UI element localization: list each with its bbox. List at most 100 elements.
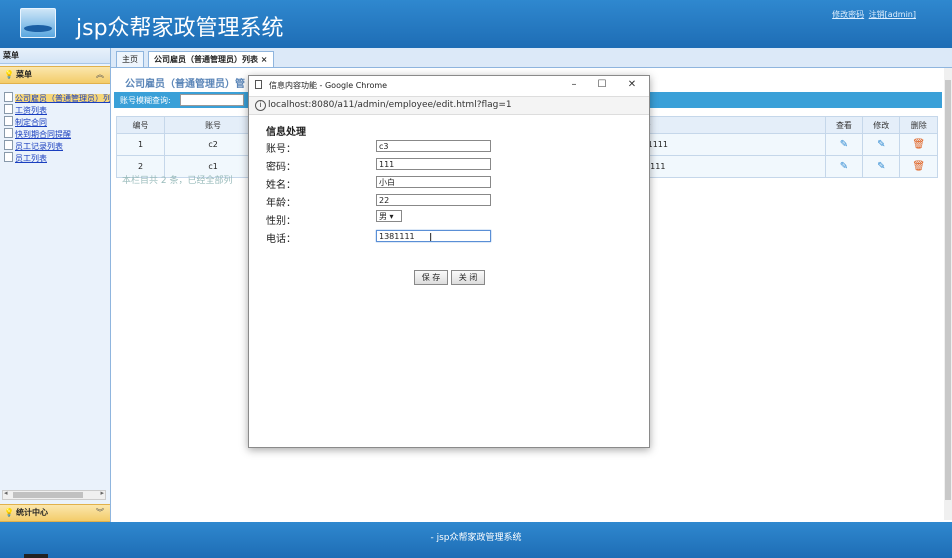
account-field[interactable]: c3	[376, 140, 491, 152]
sidebar-menu: 公司雇员（普通管理员）列表 工资列表 制定合同 快到期合同提醒 员工记录列表 员…	[4, 92, 110, 164]
chevron-down-icon[interactable]: ︾	[96, 505, 104, 521]
search-input[interactable]	[180, 94, 244, 106]
app-logo-icon	[20, 8, 56, 38]
edit-icon[interactable]: ✎	[877, 161, 885, 172]
sidebar-item-label[interactable]: 工资列表	[15, 106, 47, 115]
chevron-up-icon[interactable]: ︽	[96, 67, 104, 83]
gender-label: 性别：	[266, 216, 296, 227]
bulb-icon: 💡	[4, 508, 14, 517]
sidebar-item-staff[interactable]: 员工列表	[4, 152, 110, 164]
col-account: 账号	[164, 116, 263, 134]
page-icon	[255, 80, 262, 89]
view-icon[interactable]: ✎	[840, 139, 848, 150]
edit-button[interactable]: ✎	[862, 155, 901, 178]
document-icon	[4, 128, 13, 138]
minimize-button[interactable]: –	[567, 78, 581, 92]
app-header: jsp众帮家政管理系统 修改密码 注销[admin]	[0, 0, 952, 48]
delete-button[interactable]: 🗑	[899, 133, 938, 156]
sidebar-item-expiring[interactable]: 快到期合同提醒	[4, 128, 110, 140]
sidebar: 菜单 💡 菜单 ︽ 公司雇员（普通管理员）列表 工资列表 制定合同 快到期合同提醒…	[0, 48, 111, 522]
document-icon	[4, 140, 13, 150]
sidebar-item-records[interactable]: 员工记录列表	[4, 140, 110, 152]
sidebar-item-label[interactable]: 员工记录列表	[15, 142, 63, 151]
edit-icon[interactable]: ✎	[877, 139, 885, 150]
account-label: 账号：	[266, 144, 296, 155]
search-label: 账号模糊查询:	[120, 96, 171, 105]
sidebar-hscrollbar[interactable]: ◂ ▸	[2, 489, 106, 500]
accordion-stats-header[interactable]: 💡 统计中心 ︾	[0, 504, 110, 522]
form-title: 信息处理	[266, 127, 306, 138]
close-button[interactable]: 关 闭	[451, 270, 485, 285]
footer-bar: - jsp众帮家政管理系统	[0, 522, 952, 558]
footer-text: - jsp众帮家政管理系统	[430, 533, 522, 543]
bulb-icon: 💡	[4, 70, 14, 79]
scroll-thumb[interactable]	[945, 80, 951, 500]
tab-label: 主页	[122, 55, 138, 64]
gender-value: 男	[379, 212, 387, 221]
sidebar-item-label[interactable]: 员工列表	[15, 154, 47, 163]
sidebar-item-label[interactable]: 制定合同	[15, 118, 47, 127]
list-summary: 本栏目共 2 条，已经全部列	[122, 176, 233, 186]
cell-no: 1	[115, 133, 166, 156]
cell-account: c2	[164, 133, 263, 156]
header-links: 修改密码 注销[admin]	[830, 9, 916, 20]
age-label: 年龄：	[266, 198, 296, 209]
sidebar-item-contract[interactable]: 制定合同	[4, 116, 110, 128]
col-no: 编号	[115, 116, 166, 134]
close-window-button[interactable]: ✕	[625, 78, 639, 92]
tab-label: 公司雇员（普通管理员）列表	[154, 55, 258, 64]
address-bar[interactable]: i localhost:8080/a11/admin/employee/edit…	[249, 96, 649, 115]
popup-title: 信息内容功能 - Google Chrome	[269, 81, 388, 90]
taskbar-edge	[24, 554, 48, 558]
view-icon[interactable]: ✎	[840, 161, 848, 172]
document-icon	[4, 92, 13, 102]
sidebar-item-employees[interactable]: 公司雇员（普通管理员）列表	[4, 92, 110, 104]
tab-close-icon[interactable]: ×	[261, 55, 268, 64]
col-view: 查看	[824, 116, 864, 134]
tab-home[interactable]: 主页	[116, 51, 144, 67]
main-vscrollbar[interactable]	[944, 68, 952, 520]
gender-select[interactable]: 男 ▾	[376, 210, 402, 222]
trash-icon[interactable]: 🗑	[912, 139, 925, 150]
change-password-link[interactable]: 修改密码	[832, 10, 864, 19]
text-cursor-icon: I	[429, 231, 433, 244]
accordion-menu-header[interactable]: 💡 菜单 ︽	[0, 66, 110, 84]
age-field[interactable]: 22	[376, 194, 491, 206]
tab-bar: 主页 公司雇员（普通管理员）列表 ×	[111, 48, 952, 68]
tab-employees[interactable]: 公司雇员（普通管理员）列表 ×	[148, 51, 274, 67]
view-button[interactable]: ✎	[824, 155, 864, 178]
edit-popup-window: 信息内容功能 - Google Chrome – ☐ ✕ i localhost…	[248, 75, 650, 448]
dropdown-arrow-icon: ▾	[389, 212, 394, 221]
maximize-button[interactable]: ☐	[595, 78, 609, 92]
trash-icon[interactable]: 🗑	[912, 161, 925, 172]
document-icon	[4, 152, 13, 162]
logout-link[interactable]: 注销[admin]	[869, 10, 916, 19]
accordion-stats-label: 统计中心	[15, 508, 48, 517]
phone-field[interactable]: 1381111	[376, 230, 491, 242]
accordion-menu-label: 菜单	[15, 70, 32, 79]
sidebar-title: 菜单	[0, 48, 110, 64]
name-field[interactable]: 小白	[376, 176, 491, 188]
sidebar-item-label[interactable]: 公司雇员（普通管理员）列表	[15, 94, 110, 103]
url-text[interactable]: localhost:8080/a11/admin/employee/edit.h…	[268, 100, 512, 110]
scroll-left-icon[interactable]: ◂	[4, 489, 8, 497]
app-title: jsp众帮家政管理系统	[76, 16, 284, 41]
col-delete: 删除	[899, 116, 938, 134]
popup-titlebar[interactable]: 信息内容功能 - Google Chrome – ☐ ✕	[249, 76, 649, 96]
name-label: 姓名：	[266, 180, 296, 191]
scroll-right-icon[interactable]: ▸	[100, 489, 104, 497]
scroll-thumb[interactable]	[13, 492, 83, 498]
sidebar-item-salary[interactable]: 工资列表	[4, 104, 110, 116]
edit-button[interactable]: ✎	[862, 133, 901, 156]
info-icon[interactable]: i	[255, 100, 266, 111]
page-title: 公司雇员（普通管理员）管	[125, 79, 245, 90]
document-icon	[4, 104, 13, 114]
save-button[interactable]: 保 存	[414, 270, 448, 285]
password-label: 密码：	[266, 162, 296, 173]
sidebar-item-label[interactable]: 快到期合同提醒	[15, 130, 71, 139]
delete-button[interactable]: 🗑	[899, 155, 938, 178]
password-field[interactable]: 111	[376, 158, 491, 170]
phone-label: 电话：	[266, 234, 296, 245]
view-button[interactable]: ✎	[824, 133, 864, 156]
document-icon	[4, 116, 13, 126]
